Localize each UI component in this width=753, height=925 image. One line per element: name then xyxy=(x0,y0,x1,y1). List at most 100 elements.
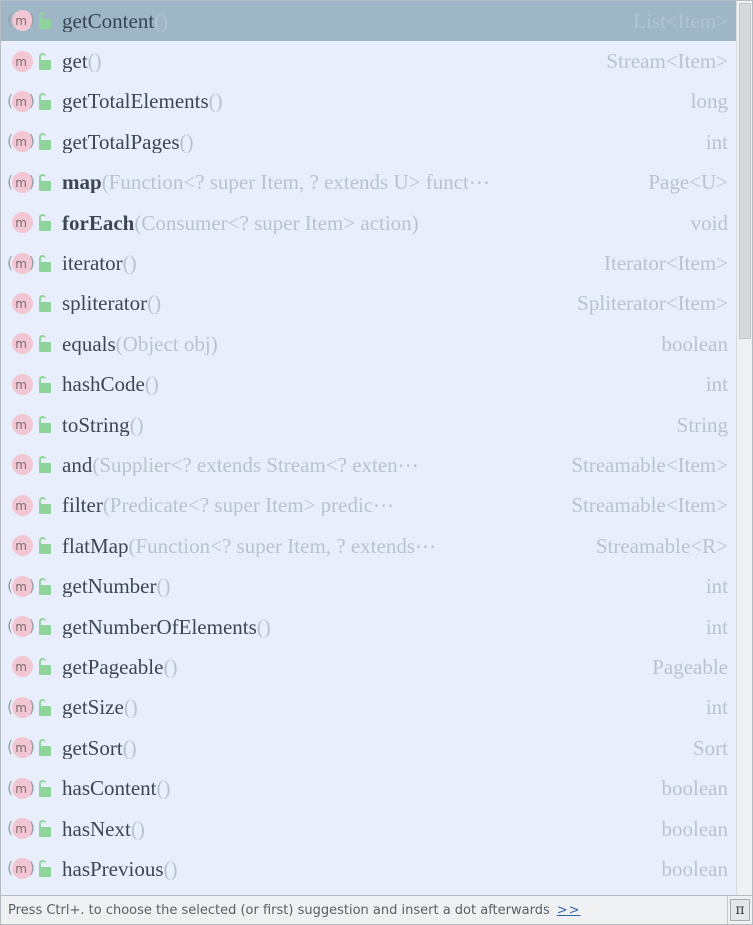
vertical-scrollbar[interactable] xyxy=(736,1,752,895)
public-unlocked-icon xyxy=(36,132,54,152)
completion-item-return-type: Iterator<Item> xyxy=(604,251,728,276)
completion-signature: getSort() xyxy=(62,738,679,759)
completion-item[interactable]: (m) getNumberOfElements() int xyxy=(1,606,736,648)
completion-item[interactable]: (m) getNumber() int xyxy=(1,566,736,607)
public-unlocked-icon xyxy=(36,455,54,475)
public-unlocked-icon xyxy=(36,617,54,637)
method-icon: (m) xyxy=(7,210,35,236)
completion-item-return-type: String xyxy=(676,412,728,437)
public-unlocked-icon xyxy=(36,334,54,354)
completion-item-params: (Object obj) xyxy=(115,333,218,355)
completion-item-params: (Consumer<? super Item> action) xyxy=(134,212,419,234)
method-icon: (m) xyxy=(7,654,35,680)
completion-item[interactable]: (m) hasContent() boolean xyxy=(1,768,736,809)
public-unlocked-icon xyxy=(36,779,54,799)
public-unlocked-icon xyxy=(36,536,54,556)
completion-item-name: hasPrevious xyxy=(62,858,164,880)
completion-item[interactable]: (m) filter(Predicate<? super Item> predic… xyxy=(1,485,736,527)
completion-item-name: filter xyxy=(62,495,103,517)
completion-signature: hasNext() xyxy=(62,819,648,840)
completion-item[interactable]: (m) iterator() Iterator<Item> xyxy=(1,243,736,284)
completion-item[interactable]: (m) getTotalPages() int xyxy=(1,122,736,163)
completion-item-params: () xyxy=(163,656,178,678)
completion-item[interactable]: (m) getContent() List<Item> xyxy=(1,1,736,42)
public-unlocked-icon xyxy=(36,52,54,72)
public-unlocked-icon xyxy=(36,294,54,314)
completion-list[interactable]: (m)getContent()List<Item>(m)get()Stream<… xyxy=(0,0,753,895)
completion-item[interactable]: (m) toString() String xyxy=(1,404,736,446)
completion-item-params: () xyxy=(123,697,138,719)
completion-item[interactable]: (m) hasNext() boolean xyxy=(1,808,736,850)
method-icon: (m) xyxy=(7,616,35,638)
completion-item-name: get xyxy=(62,51,88,73)
completion-item-name: forEach xyxy=(62,212,135,234)
public-unlocked-icon xyxy=(36,375,54,395)
completion-item-name: getTotalPages xyxy=(62,131,180,153)
completion-item-return-type: int xyxy=(705,129,728,154)
completion-item[interactable]: (m) getSort() Sort xyxy=(1,728,736,769)
public-unlocked-icon xyxy=(36,415,54,435)
completion-signature: flatMap (Function<? super Item, ? extends… xyxy=(62,536,582,557)
completion-item-name: getNumber xyxy=(62,576,157,598)
completion-signature: get() xyxy=(62,51,592,72)
pi-icon: π xyxy=(730,899,750,921)
method-icon: (m) xyxy=(7,331,35,357)
completion-item-return-type: boolean xyxy=(661,856,728,881)
completion-item-params: (Predicate<? super Item> predic⋯ xyxy=(102,495,395,517)
completion-item-return-type: Streamable<R> xyxy=(595,533,728,558)
completion-signature: getPageable() xyxy=(62,657,638,678)
completion-item-return-type: Streamable<Item> xyxy=(571,452,728,477)
completion-signature: equals (Object obj) xyxy=(62,334,648,355)
completion-item-name: getContent xyxy=(62,10,155,32)
completion-item-params: () xyxy=(87,51,102,73)
completion-item-return-type: int xyxy=(705,695,728,720)
method-icon: (m) xyxy=(7,696,35,718)
completion-item-return-type: List<Item> xyxy=(633,8,728,33)
completion-item-params: (Function<? super Item, ? extends⋯ xyxy=(128,535,436,557)
completion-item-name: getSize xyxy=(62,697,124,719)
completion-item[interactable]: (m) getPageable() Pageable xyxy=(1,647,736,688)
completion-item-params: () xyxy=(144,374,159,396)
status-more-link[interactable]: >> xyxy=(557,903,581,918)
method-icon: (m) xyxy=(7,291,35,317)
completion-item[interactable]: (m) equals(Object obj) boolean xyxy=(1,324,736,365)
completion-item-name: map xyxy=(62,172,102,194)
completion-signature: getNumber() xyxy=(62,576,692,597)
completion-item-return-type: Streamable<Item> xyxy=(571,493,728,518)
public-unlocked-icon xyxy=(36,819,54,839)
completion-item-return-type: int xyxy=(705,372,728,397)
completion-item-params: (Function<? super Item, ? extends U> fun… xyxy=(101,172,490,194)
public-unlocked-icon xyxy=(36,577,54,597)
completion-item[interactable]: (m) spliterator() Spliterator<Item> xyxy=(1,283,736,325)
completion-item[interactable]: (m) and(Supplier<? extends Stream<? exten… xyxy=(1,445,736,486)
completion-item-params: () xyxy=(130,818,145,840)
completion-item[interactable]: (m) forEach(Consumer<? super Item> action… xyxy=(1,202,736,244)
completion-item[interactable]: (m) hashCode() int xyxy=(1,364,736,405)
public-unlocked-icon xyxy=(36,173,54,193)
status-bar: Press Ctrl+. to choose the selected (or … xyxy=(0,895,753,925)
method-icon: (m) xyxy=(7,493,35,519)
method-icon: (m) xyxy=(7,818,35,839)
completion-item-params: (Supplier<? extends Stream<? exten⋯ xyxy=(92,454,419,476)
method-icon: (m) xyxy=(7,49,35,75)
completion-item-name: iterator xyxy=(62,253,123,275)
completion-item[interactable]: (m) flatMap(Function<? super Item, ? exte… xyxy=(1,526,736,567)
completion-item-return-type: Pageable xyxy=(652,654,728,679)
pi-toggle-button[interactable]: π xyxy=(727,896,752,924)
completion-signature: getTotalPages() xyxy=(62,132,692,153)
method-icon: (m) xyxy=(7,10,35,32)
completion-item-return-type: boolean xyxy=(661,816,728,841)
completion-item-name: toString xyxy=(62,414,130,436)
completion-item[interactable]: (m) hasPrevious() boolean xyxy=(1,849,736,890)
completion-item[interactable]: (m) map (Function<? super Item, ? extends … xyxy=(1,162,736,203)
public-unlocked-icon xyxy=(36,11,54,31)
scrollbar-thumb[interactable] xyxy=(739,3,751,339)
completion-item-params: () xyxy=(163,858,178,880)
completion-item[interactable]: (m) getTotalElements() long xyxy=(1,81,736,123)
public-unlocked-icon xyxy=(36,698,54,718)
completion-signature: and (Supplier<? extends Stream<? exten⋯ xyxy=(62,455,557,476)
completion-item-params: () xyxy=(156,778,171,800)
completion-item[interactable]: (m) getSize() int xyxy=(1,687,736,729)
completion-item[interactable]: (m) get() Stream<Item> xyxy=(1,41,736,82)
status-hint-text: Press Ctrl+. to choose the selected (or … xyxy=(8,902,550,918)
